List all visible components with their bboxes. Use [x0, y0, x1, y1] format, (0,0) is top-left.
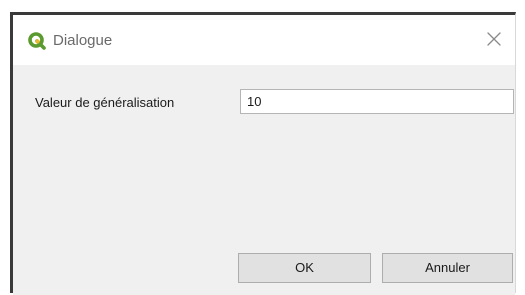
window-title: Dialogue [53, 32, 113, 49]
generalization-label: Valeur de généralisation [35, 95, 175, 110]
qgis-logo-icon [27, 31, 47, 51]
title-bar[interactable]: Dialogue [13, 15, 515, 65]
dialog-window: Dialogue Valeur de généralisation OK Ann… [10, 12, 516, 295]
ok-button[interactable]: OK [238, 253, 371, 283]
dialog-content: Valeur de généralisation OK Annuler [13, 65, 515, 295]
generalization-value-input[interactable] [240, 89, 514, 114]
cancel-button[interactable]: Annuler [382, 253, 513, 283]
screen: Dialogue Valeur de généralisation OK Ann… [0, 0, 525, 295]
close-icon[interactable] [483, 28, 505, 50]
